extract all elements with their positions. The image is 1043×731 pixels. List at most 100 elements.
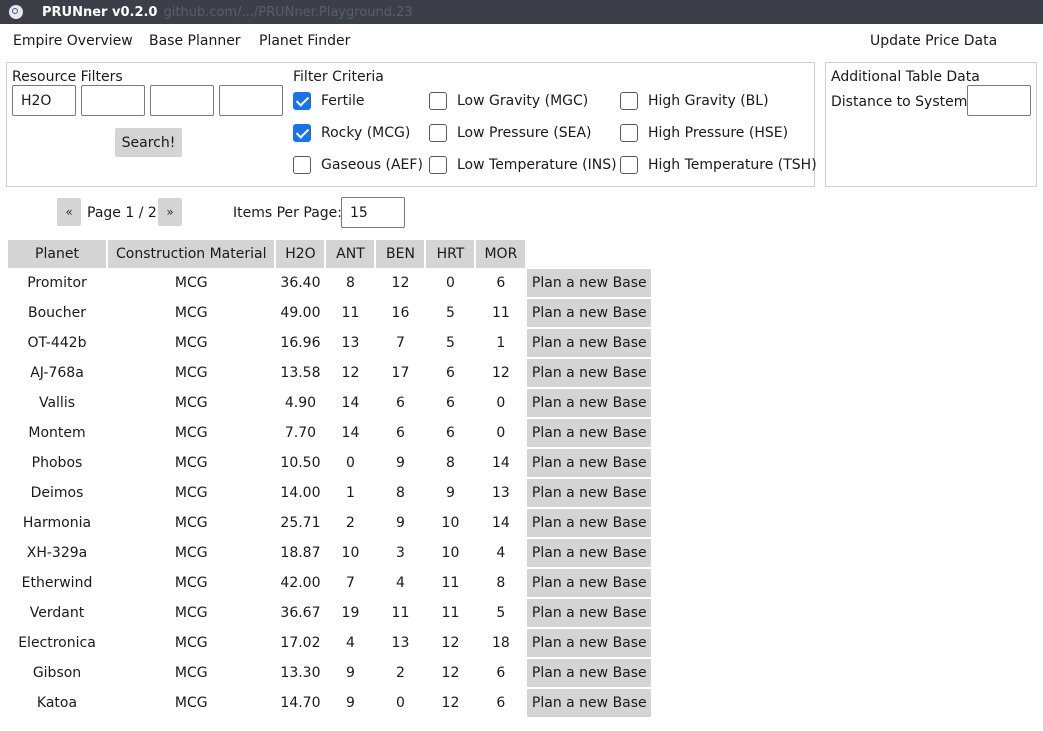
plan-new-base-button[interactable]: Plan a new Base bbox=[527, 359, 652, 387]
mor-cell: 5 bbox=[496, 605, 506, 621]
column-header-hrt[interactable]: HRT bbox=[426, 240, 475, 268]
column-header-construction-material[interactable]: Construction Material bbox=[108, 240, 275, 268]
ben-cell: 8 bbox=[396, 485, 405, 501]
plan-new-base-button[interactable]: Plan a new Base bbox=[527, 599, 652, 627]
pagination: « Page 1 / 2 » Items Per Page: bbox=[0, 196, 600, 232]
menu-empire-overview[interactable]: Empire Overview bbox=[13, 33, 133, 49]
hrt-cell: 10 bbox=[441, 545, 460, 561]
ben-cell: 6 bbox=[396, 395, 405, 411]
filter-gaseous[interactable]: Gaseous (AEF) bbox=[293, 156, 423, 174]
low-gravity-checkbox[interactable] bbox=[429, 92, 447, 110]
hrt-cell: 11 bbox=[441, 605, 460, 621]
ant-cell: 11 bbox=[341, 305, 360, 321]
plan-new-base-button[interactable]: Plan a new Base bbox=[527, 479, 652, 507]
column-header-ant[interactable]: ANT bbox=[326, 240, 375, 268]
window-title: PRUNner v0.2.0 bbox=[42, 4, 158, 20]
plan-new-base-button[interactable]: Plan a new Base bbox=[527, 299, 652, 327]
window-subtitle: github.com/.../PRUNner.Playground.23 bbox=[163, 4, 413, 20]
plan-new-base-button[interactable]: Plan a new Base bbox=[527, 329, 652, 357]
items-per-page-label: Items Per Page: bbox=[233, 205, 342, 221]
filter-low-temperature[interactable]: Low Temperature (INS) bbox=[429, 156, 617, 174]
column-header-h2o[interactable]: H2O bbox=[276, 240, 325, 268]
plan-new-base-button[interactable]: Plan a new Base bbox=[527, 509, 652, 537]
update-price-data-button[interactable]: Update Price Data bbox=[870, 33, 997, 49]
resource-filter-input-2[interactable] bbox=[81, 85, 145, 116]
plan-new-base-button[interactable]: Plan a new Base bbox=[527, 419, 652, 447]
table-row: Verdant MCG 36.67 19 11 11 5 Plan a new Base bbox=[8, 598, 652, 628]
planet-name-cell: Phobos bbox=[31, 455, 83, 471]
prev-page-button[interactable]: « bbox=[57, 198, 81, 226]
low-pressure-checkbox[interactable] bbox=[429, 124, 447, 142]
resource-filter-input-3[interactable] bbox=[150, 85, 214, 116]
high-temperature-checkbox[interactable] bbox=[620, 156, 638, 174]
resource-filter-input-1[interactable] bbox=[12, 85, 76, 116]
items-per-page-input[interactable] bbox=[341, 197, 405, 228]
search-button[interactable]: Search! bbox=[115, 128, 182, 157]
ant-cell: 14 bbox=[341, 395, 360, 411]
hrt-cell: 10 bbox=[441, 515, 460, 531]
distance-to-system-input[interactable] bbox=[967, 85, 1031, 116]
hrt-cell: 5 bbox=[446, 335, 455, 351]
h2o-cell: 36.40 bbox=[280, 275, 321, 291]
column-header-ben[interactable]: BEN bbox=[376, 240, 425, 268]
mor-cell: 14 bbox=[491, 455, 510, 471]
low-temperature-checkbox[interactable] bbox=[429, 156, 447, 174]
planet-name-cell: AJ-768a bbox=[30, 365, 84, 381]
plan-new-base-button[interactable]: Plan a new Base bbox=[527, 659, 652, 687]
resource-filter-input-4[interactable] bbox=[219, 85, 283, 116]
plan-new-base-button[interactable]: Plan a new Base bbox=[527, 569, 652, 597]
filter-rocky[interactable]: Rocky (MCG) bbox=[293, 124, 410, 142]
app-logo-icon bbox=[9, 5, 23, 19]
planet-name-cell: Gibson bbox=[32, 665, 82, 681]
h2o-cell: 13.58 bbox=[280, 365, 321, 381]
mor-cell: 6 bbox=[496, 695, 506, 711]
filter-low-pressure[interactable]: Low Pressure (SEA) bbox=[429, 124, 591, 142]
next-page-button[interactable]: » bbox=[158, 198, 182, 226]
plan-new-base-button[interactable]: Plan a new Base bbox=[527, 629, 652, 657]
high-gravity-checkbox[interactable] bbox=[620, 92, 638, 110]
plan-new-base-button[interactable]: Plan a new Base bbox=[527, 389, 652, 417]
hrt-cell: 9 bbox=[446, 485, 455, 501]
action-cell: Plan a new Base bbox=[527, 658, 652, 688]
construction-material-cell: MCG bbox=[174, 365, 208, 381]
filter-low-gravity[interactable]: Low Gravity (MGC) bbox=[429, 92, 588, 110]
table-row: Montem MCG 7.70 14 6 6 0 Plan a new Base bbox=[8, 418, 652, 448]
mor-cell: 6 bbox=[496, 275, 506, 291]
filter-high-gravity[interactable]: High Gravity (BL) bbox=[620, 92, 769, 110]
h2o-cell: 14.70 bbox=[280, 695, 321, 711]
gaseous-checkbox[interactable] bbox=[293, 156, 311, 174]
ben-cell: 11 bbox=[391, 605, 410, 621]
hrt-cell: 6 bbox=[446, 395, 455, 411]
plan-new-base-button[interactable]: Plan a new Base bbox=[527, 689, 652, 717]
menu-planet-finder[interactable]: Planet Finder bbox=[259, 33, 350, 49]
plan-new-base-button[interactable]: Plan a new Base bbox=[527, 269, 652, 297]
filter-fertile[interactable]: Fertile bbox=[293, 92, 365, 110]
gaseous-label: Gaseous (AEF) bbox=[321, 157, 423, 173]
action-cell: Plan a new Base bbox=[527, 328, 652, 358]
table-row: Phobos MCG 10.50 0 9 8 14 Plan a new Base bbox=[8, 448, 652, 478]
table-header-row: Planet Construction Material H2O ANT BEN… bbox=[8, 240, 651, 268]
rocky-checkbox[interactable] bbox=[293, 124, 311, 142]
construction-material-cell: MCG bbox=[174, 545, 208, 561]
column-header-planet[interactable]: Planet bbox=[8, 240, 106, 268]
hrt-cell: 0 bbox=[446, 275, 455, 291]
plan-new-base-button[interactable]: Plan a new Base bbox=[527, 449, 652, 477]
ben-cell: 16 bbox=[391, 305, 410, 321]
column-header-mor[interactable]: MOR bbox=[476, 240, 526, 268]
mor-cell: 12 bbox=[491, 365, 510, 381]
fertile-checkbox[interactable] bbox=[293, 92, 311, 110]
hrt-cell: 12 bbox=[441, 695, 460, 711]
menu-base-planner[interactable]: Base Planner bbox=[149, 33, 241, 49]
mor-cell: 14 bbox=[491, 515, 510, 531]
plan-new-base-button[interactable]: Plan a new Base bbox=[527, 539, 652, 567]
ben-cell: 13 bbox=[391, 635, 410, 651]
high-pressure-checkbox[interactable] bbox=[620, 124, 638, 142]
h2o-cell: 25.71 bbox=[280, 515, 321, 531]
mor-cell: 18 bbox=[491, 635, 510, 651]
rocky-label: Rocky (MCG) bbox=[321, 125, 411, 141]
filter-high-pressure[interactable]: High Pressure (HSE) bbox=[620, 124, 788, 142]
filter-high-temperature[interactable]: High Temperature (TSH) bbox=[620, 156, 817, 174]
ant-cell: 0 bbox=[346, 455, 355, 471]
planet-name-cell: Etherwind bbox=[21, 575, 93, 591]
mor-cell: 13 bbox=[491, 485, 510, 501]
